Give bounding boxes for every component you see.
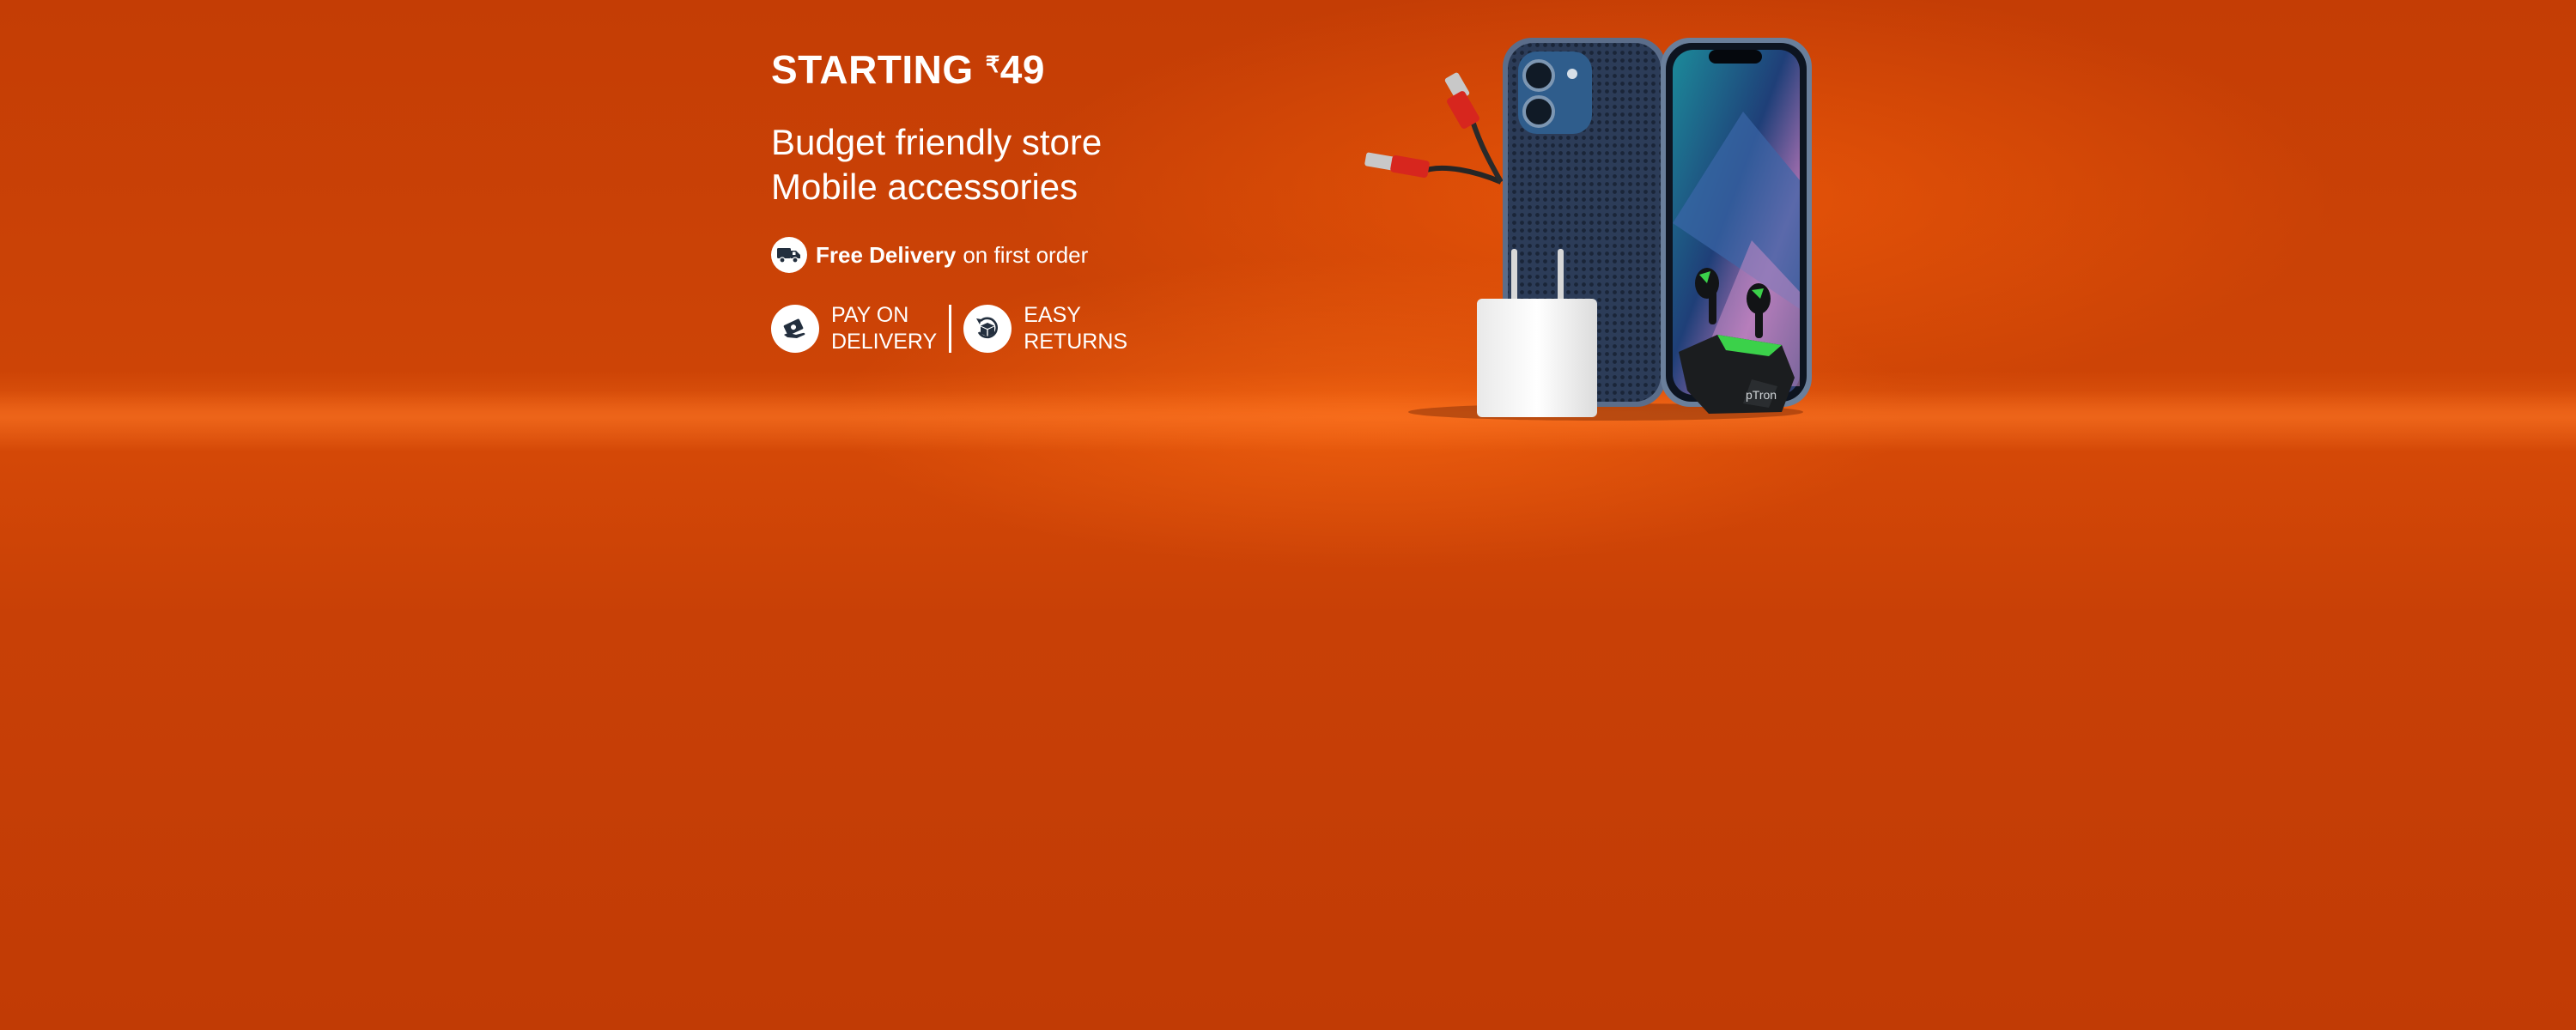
product-brand-label: pTron (1746, 388, 1777, 402)
banner-copy[interactable]: STARTING ₹ 49 Budget friendly store Mobi… (771, 50, 1372, 355)
starting-price: STARTING ₹ 49 (771, 50, 1372, 89)
easy-returns-line-1: EASY (1024, 303, 1081, 327)
easy-returns-badge: EASY RETURNS (963, 302, 1127, 355)
price-prefix: STARTING (771, 47, 974, 92)
feature-divider (949, 305, 952, 353)
feature-badges: PAY ON DELIVERY EASY RETURNS (771, 302, 1372, 355)
pay-on-delivery-line-1: PAY ON (831, 303, 909, 327)
free-delivery-note: Free Delivery on first order (771, 237, 1372, 273)
pay-on-delivery-label: PAY ON DELIVERY (831, 302, 937, 355)
return-box-icon (963, 305, 1012, 353)
mobile-accessories-product-image: pTron (1364, 38, 1812, 421)
rupee-symbol: ₹ (985, 52, 1000, 77)
pay-on-delivery-line-2: DELIVERY (831, 330, 938, 354)
easy-returns-line-2: RETURNS (1024, 330, 1128, 354)
delivery-truck-icon (771, 237, 807, 273)
floor-highlight (0, 391, 2576, 451)
price-value: 49 (999, 47, 1045, 92)
headline: Budget friendly store Mobile accessories (771, 120, 1372, 209)
cash-hand-icon (771, 305, 819, 353)
easy-returns-label: EASY RETURNS (1024, 302, 1127, 355)
delivery-rest-text: on first order (963, 241, 1089, 268)
usb-cable (1364, 72, 1504, 185)
headline-line-1: Budget friendly store (771, 122, 1103, 162)
headline-line-2: Mobile accessories (771, 167, 1078, 207)
pay-on-delivery-badge: PAY ON DELIVERY (771, 302, 937, 355)
delivery-bold-text: Free Delivery (816, 241, 957, 268)
